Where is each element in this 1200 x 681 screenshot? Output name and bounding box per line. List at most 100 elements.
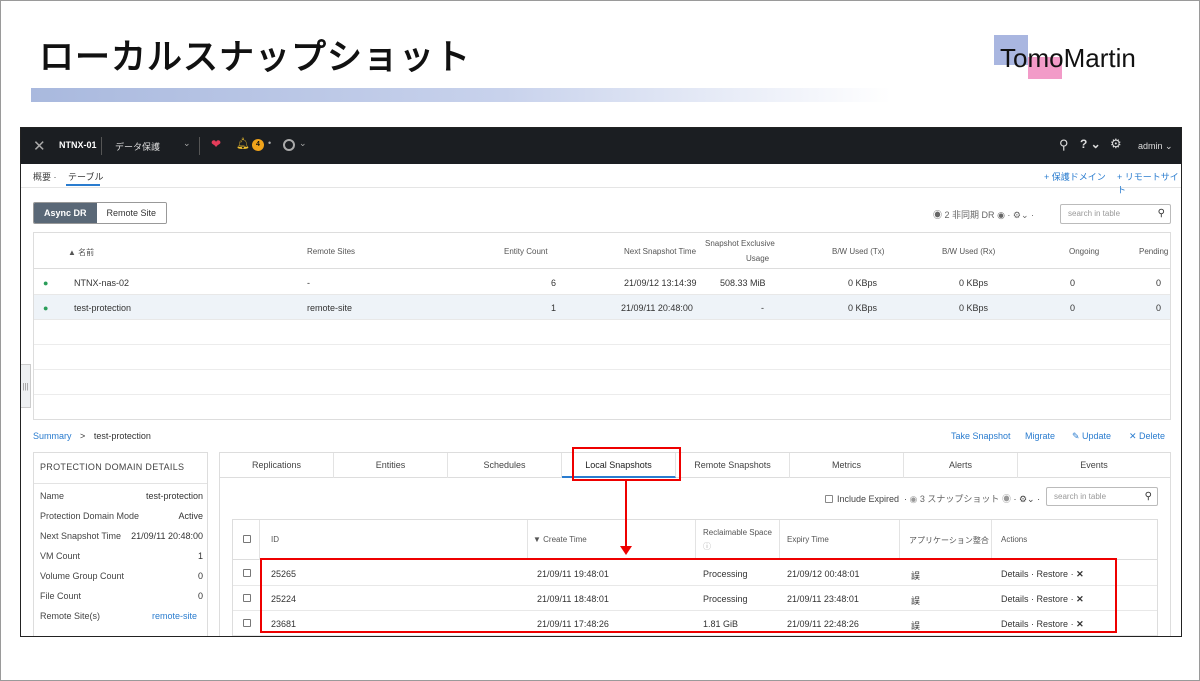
details-link[interactable]: Details — [1001, 569, 1029, 579]
row-checkbox[interactable] — [243, 569, 251, 577]
detail-row: Name test-protection — [40, 491, 203, 501]
slide: ローカルスナップショット TomoMartin ✕ NTNX-01 データ保護 … — [0, 0, 1200, 681]
next-icon[interactable]: ◉ — [1002, 494, 1011, 504]
alert-count-badge[interactable]: 4 — [252, 139, 264, 151]
gear-icon[interactable]: ⚙⌄ — [1013, 210, 1029, 220]
add-remote-site-link[interactable]: + リモートサイト — [1117, 170, 1181, 196]
snapshot-controls: Include Expired · ◉ 3 スナップショット ◉ · ⚙⌄ · — [825, 492, 1040, 505]
col-actions: Actions — [1001, 535, 1028, 544]
prev-icon[interactable]: ◉ — [910, 494, 918, 504]
detail-row: Volume Group Count 0 — [40, 571, 203, 581]
resize-handle[interactable]: ||| — [21, 364, 31, 408]
alert-dot-icon: • — [268, 138, 272, 148]
pd-count: 2 非同期 DR — [944, 210, 995, 220]
col-next-snapshot[interactable]: Next Snapshot Time — [624, 247, 696, 256]
col-usage[interactable]: Usage — [746, 254, 769, 263]
tab-events[interactable]: Events — [1018, 453, 1170, 478]
tab-schedules[interactable]: Schedules — [448, 453, 562, 478]
search-icon[interactable]: ⚲ — [1145, 491, 1152, 502]
chevron-down-icon[interactable]: ⌄ — [299, 138, 307, 149]
tab-replications[interactable]: Replications — [220, 453, 334, 478]
search-icon[interactable]: ⚲ — [1059, 137, 1069, 153]
protection-domain-table: ▲ 名前 Remote Sites Entity Count Next Snap… — [33, 232, 1171, 420]
gear-icon[interactable]: ⚙ — [1110, 136, 1122, 152]
search-icon[interactable]: ⚲ — [1158, 208, 1165, 219]
row-checkbox[interactable] — [243, 594, 251, 602]
tab-table[interactable]: テーブル — [68, 170, 103, 183]
row-checkbox[interactable] — [243, 619, 251, 627]
restore-link[interactable]: Restore — [1037, 569, 1069, 579]
update-link[interactable]: ✎ Update — [1072, 431, 1111, 442]
table-row[interactable]: ● test-protection remote-site 1 21/09/11… — [34, 295, 1170, 320]
view-switcher: 概要 · テーブル + 保護ドメイン + リモートサイト — [21, 164, 1181, 195]
protection-domain-details: PROTECTION DOMAIN DETAILS Name test-prote… — [33, 452, 208, 636]
task-circle-icon[interactable] — [283, 139, 295, 151]
table-row[interactable]: 25265 21/09/11 19:48:01 Processing 21/09… — [233, 561, 1157, 586]
breadcrumb: Summary > test-protection — [33, 431, 151, 441]
restore-link[interactable]: Restore — [1037, 594, 1069, 604]
cluster-name[interactable]: NTNX-01 — [59, 140, 97, 150]
next-icon[interactable]: ◉ — [997, 210, 1005, 220]
table-row[interactable]: 25224 21/09/11 18:48:01 Processing 21/09… — [233, 586, 1157, 611]
breadcrumb-summary-link[interactable]: Summary — [33, 431, 72, 441]
tab-entities[interactable]: Entities — [334, 453, 448, 478]
remote-site-link[interactable]: remote-site — [152, 611, 197, 621]
async-dr-button[interactable]: Async DR — [34, 203, 97, 223]
table-header: ▲ 名前 Remote Sites Entity Count Next Snap… — [34, 233, 1170, 269]
col-bw-rx[interactable]: B/W Used (Rx) — [942, 247, 995, 256]
chevron-down-icon[interactable]: ⌄ — [183, 138, 191, 149]
delete-icon[interactable]: ✕ — [1076, 594, 1084, 604]
restore-link[interactable]: Restore — [1037, 619, 1069, 629]
bell-icon[interactable]: 🔔︎ — [236, 137, 250, 150]
details-link[interactable]: Details — [1001, 619, 1029, 629]
pd-search-input[interactable]: search in table ⚲ — [1060, 204, 1171, 224]
col-entity-count[interactable]: Entity Count — [504, 247, 548, 256]
snapshot-search-input[interactable]: search in table ⚲ — [1046, 487, 1158, 506]
tab-local-snapshots[interactable]: Local Snapshots — [562, 453, 676, 478]
tab-summary[interactable]: 概要 · — [33, 170, 57, 183]
col-remote-sites[interactable]: Remote Sites — [307, 247, 355, 256]
info-icon[interactable]: ⓘ — [703, 541, 711, 552]
col-snapshot-exclusive[interactable]: Snapshot Exclusive — [705, 239, 775, 248]
health-heart-icon[interactable]: ❤ — [211, 137, 221, 151]
table-row[interactable]: ● NTNX-nas-02 - 6 21/09/12 13:14:39 508.… — [34, 270, 1170, 295]
add-protection-domain-link[interactable]: + 保護ドメイン — [1044, 170, 1106, 183]
highlight-arrow-line — [625, 481, 627, 547]
top-nav: ✕ NTNX-01 データ保護 ⌄ ❤ 🔔︎ 4 • ⌄ ⚲ ? ⌄ ⚙ adm… — [21, 128, 1181, 164]
detail-row: Protection Domain Mode Active — [40, 511, 203, 521]
nutanix-logo-icon[interactable]: ✕ — [33, 137, 46, 155]
include-expired-checkbox[interactable]: Include Expired — [825, 494, 899, 504]
delete-icon[interactable]: ✕ — [1076, 569, 1084, 579]
gear-icon[interactable]: ⚙⌄ — [1019, 494, 1035, 504]
logo-text: TomoMartin — [1000, 43, 1136, 73]
help-icon[interactable]: ? ⌄ — [1080, 137, 1101, 151]
col-reclaimable-space[interactable]: Reclaimable Space — [703, 528, 772, 537]
remote-site-button[interactable]: Remote Site — [96, 203, 167, 223]
status-dot-icon: ● — [43, 303, 49, 313]
take-snapshot-link[interactable]: Take Snapshot — [951, 431, 1011, 441]
tab-remote-snapshots[interactable]: Remote Snapshots — [676, 453, 790, 478]
table-row[interactable]: 23681 21/09/11 17:48:26 1.81 GiB 21/09/1… — [233, 611, 1157, 636]
col-expiry-time[interactable]: Expiry Time — [787, 535, 829, 544]
slide-title: ローカルスナップショット — [39, 38, 472, 78]
select-all-checkbox[interactable] — [243, 535, 251, 543]
col-create-time[interactable]: ▼ Create Time — [533, 535, 587, 544]
col-app-consistent[interactable]: アプリケーション整合 — [909, 535, 989, 546]
brand-logo: TomoMartin — [994, 35, 1164, 79]
details-title: PROTECTION DOMAIN DETAILS — [40, 462, 185, 472]
delete-icon[interactable]: ✕ — [1076, 619, 1084, 629]
details-link[interactable]: Details — [1001, 594, 1029, 604]
prev-icon[interactable]: ◉ — [933, 210, 942, 220]
main-menu-dropdown[interactable]: データ保護 — [115, 140, 160, 153]
col-bw-tx[interactable]: B/W Used (Tx) — [832, 247, 884, 256]
tab-alerts[interactable]: Alerts — [904, 453, 1018, 478]
migrate-link[interactable]: Migrate — [1025, 431, 1055, 441]
col-name[interactable]: ▲ 名前 — [68, 247, 94, 258]
col-pending[interactable]: Pending — [1139, 247, 1168, 256]
delete-link[interactable]: ✕ Delete — [1129, 431, 1165, 442]
col-id[interactable]: ID — [271, 535, 279, 544]
col-ongoing[interactable]: Ongoing — [1069, 247, 1099, 256]
tab-bar: Replications Entities Schedules Local Sn… — [220, 453, 1170, 478]
tab-metrics[interactable]: Metrics — [790, 453, 904, 478]
detail-row: File Count 0 — [40, 591, 203, 601]
